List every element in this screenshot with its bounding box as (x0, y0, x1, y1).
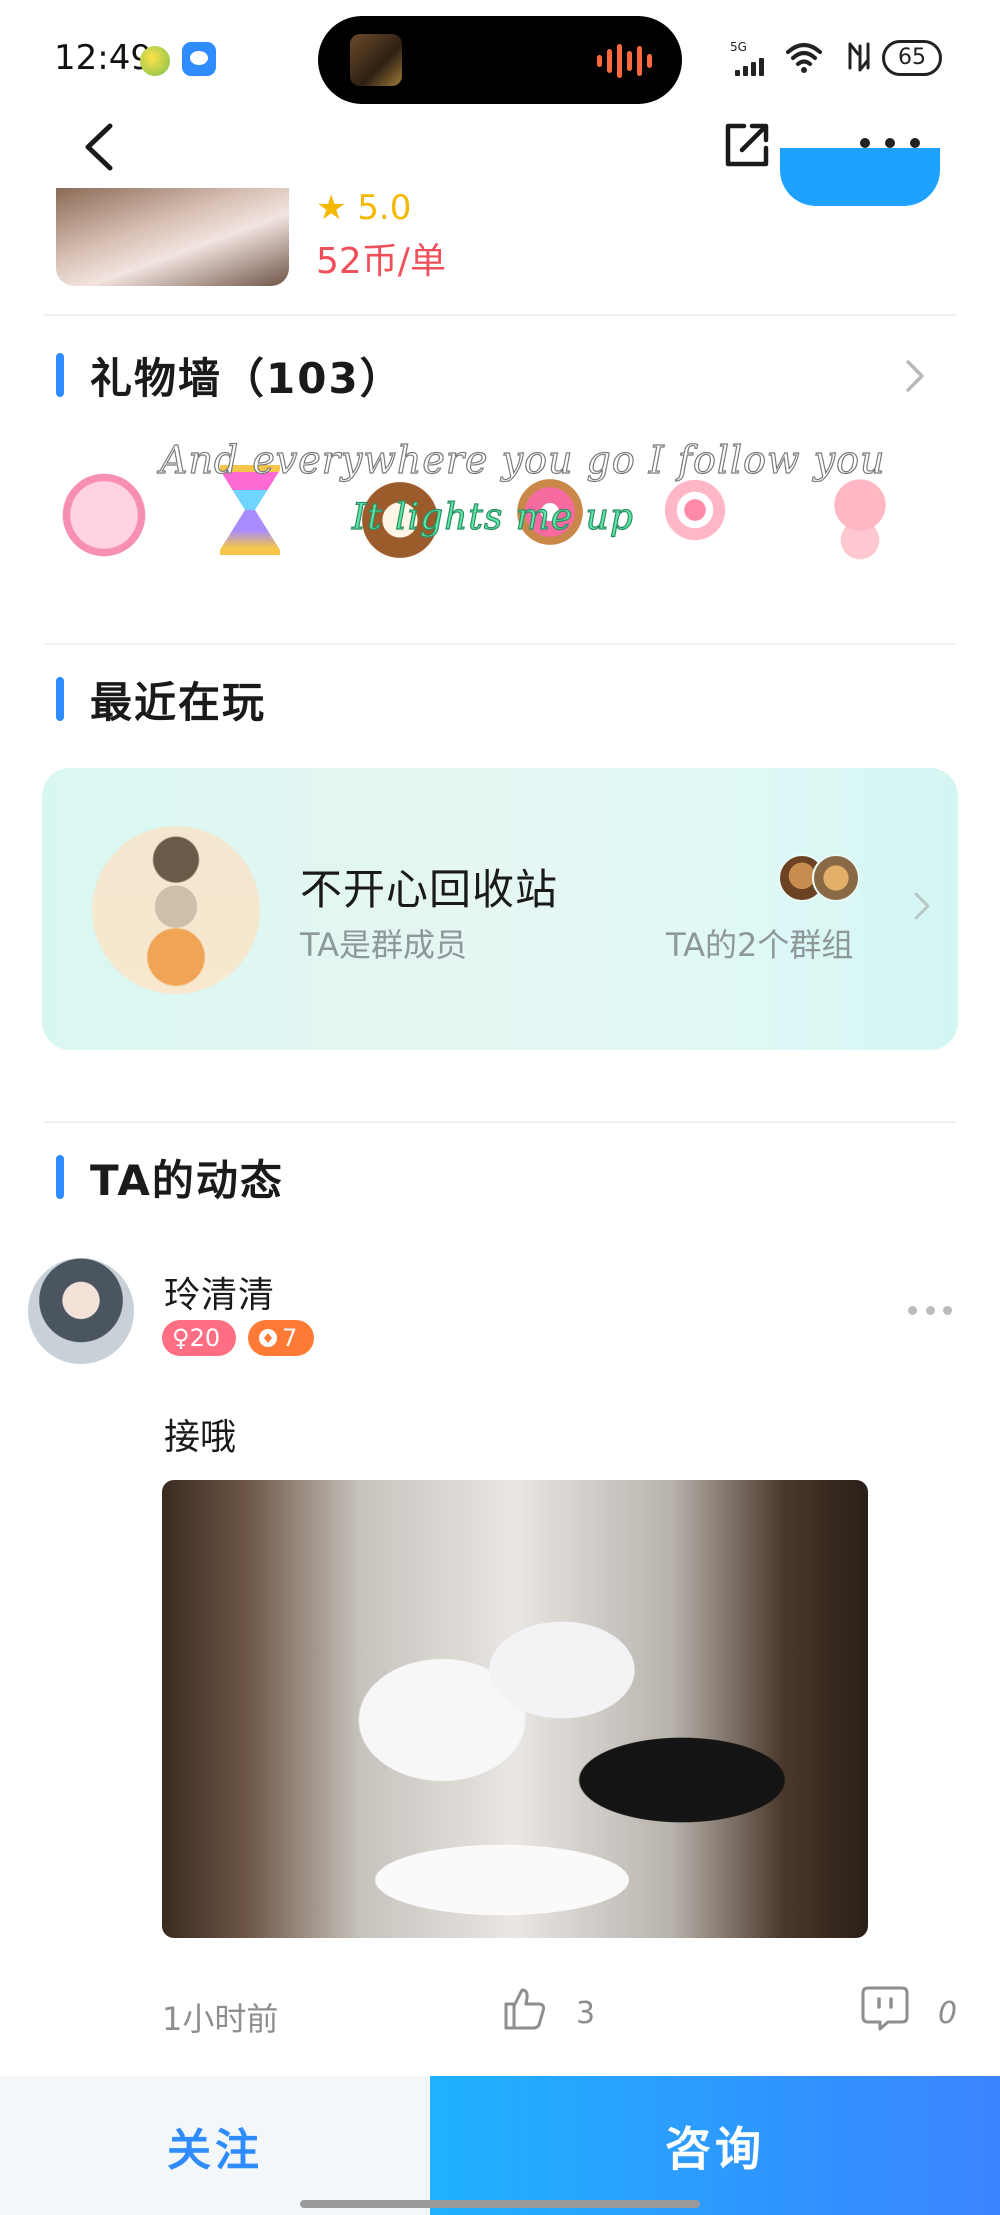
dynamic-island[interactable] (318, 16, 682, 104)
post-username[interactable]: 玲清清 (164, 1266, 275, 1318)
diamond-icon (259, 1329, 277, 1347)
bottom-action-bar: 关注 咨询 (0, 2076, 1000, 2215)
group-role: TA是群成员 (300, 926, 467, 964)
divider (44, 314, 956, 316)
cat-gift-icon (54, 460, 154, 560)
post-text: 接哦 (164, 1417, 237, 1458)
nfc-icon (848, 42, 870, 72)
groups-link[interactable]: TA的2个群组 (666, 920, 853, 966)
service-rating: ★ 5.0 (316, 188, 412, 222)
app-notification-icon (140, 46, 170, 76)
divider (44, 643, 956, 645)
status-bar: 12:49 5G 65 (0, 0, 1000, 110)
battery-indicator: 65 (882, 40, 942, 76)
recently-playing-header: 最近在玩 (56, 674, 266, 727)
back-icon[interactable] (80, 122, 120, 172)
group-avatar (92, 826, 260, 994)
follow-button[interactable]: 关注 (0, 2076, 430, 2215)
post-time: 1小时前 (162, 2000, 279, 2038)
post-user-avatar[interactable] (28, 1258, 134, 1364)
lyric-overlay-line1: And everywhere you go I follow you (159, 437, 886, 482)
home-indicator[interactable] (300, 2200, 700, 2208)
section-accent-bar (56, 1155, 64, 1199)
section-accent-bar (56, 353, 64, 397)
comment-count: 0 (938, 1996, 958, 2031)
service-image (56, 188, 289, 286)
gift-wall-header[interactable]: 礼物墙（103） (56, 350, 404, 403)
feed-title: TA的动态 (90, 1155, 284, 1205)
wifi-icon (786, 43, 822, 73)
post-more-icon[interactable] (908, 1303, 952, 1317)
order-button[interactable] (780, 148, 940, 206)
service-price: 52币/单 (316, 241, 446, 282)
like-count: 3 (576, 1996, 596, 2031)
group-card[interactable]: 不开心回收站 TA是群成员 TA的2个群组 (42, 768, 958, 1050)
group-thumb-avatar (812, 854, 860, 902)
network-type: 5G (730, 40, 747, 54)
status-time: 12:49 (54, 38, 152, 78)
signal-icon (735, 56, 764, 76)
post-photo[interactable] (162, 1480, 868, 1938)
gender-age-badge: ♀20 (162, 1320, 236, 1356)
level-text: 7 (282, 1324, 298, 1352)
section-accent-bar (56, 677, 64, 721)
gender-age-text: ♀20 (172, 1324, 221, 1352)
gift-wall-title: 礼物墙（103） (90, 353, 404, 403)
feed-header: TA的动态 (56, 1152, 284, 1205)
audio-wave-icon (597, 44, 652, 78)
divider (44, 1121, 956, 1123)
media-thumbnail (350, 34, 402, 86)
chevron-right-icon[interactable] (900, 356, 930, 396)
level-badge: 7 (248, 1320, 314, 1356)
service-card[interactable]: ★ 5.0 52币/单 (0, 148, 1000, 313)
chevron-right-icon[interactable] (910, 888, 934, 924)
qq-notification-icon (182, 42, 216, 76)
thumbs-up-icon[interactable] (500, 1984, 548, 2032)
lyric-overlay-line2: It lights me up (351, 496, 634, 538)
recently-playing-title: 最近在玩 (90, 677, 267, 727)
group-name: 不开心回收站 (300, 865, 559, 914)
consult-button[interactable]: 咨询 (430, 2076, 1000, 2215)
share-icon[interactable] (720, 118, 774, 172)
comment-icon[interactable] (860, 1984, 910, 2032)
